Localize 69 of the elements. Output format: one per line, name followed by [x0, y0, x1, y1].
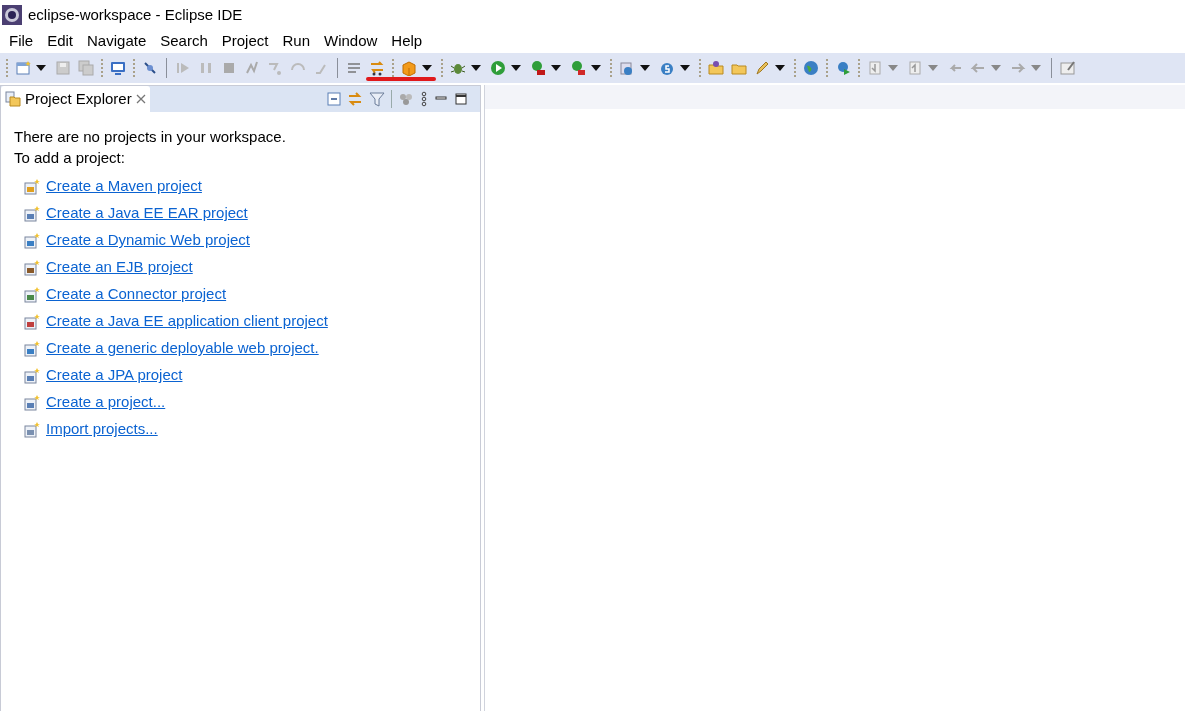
app-logo-icon [2, 5, 22, 25]
close-icon[interactable] [135, 94, 146, 104]
wizard-link[interactable]: Import projects... [46, 418, 158, 441]
menu-item[interactable]: Run [275, 28, 317, 54]
monitor-icon[interactable] [110, 60, 126, 76]
run-icon[interactable] [490, 60, 506, 76]
menu-item[interactable]: Search [153, 28, 215, 54]
wizard-link[interactable]: Create a Dynamic Web project [46, 229, 250, 252]
project-explorer-tab[interactable]: Project Explorer [1, 86, 150, 112]
dropdown-caret-icon[interactable] [640, 65, 650, 71]
view-menu-icon[interactable] [420, 91, 428, 107]
dropdown-caret-icon[interactable] [422, 65, 432, 71]
menu-item[interactable]: Window [317, 28, 385, 54]
wizard-icon [24, 178, 40, 195]
wizard-link[interactable]: Create a Java EE EAR project [46, 202, 248, 225]
menu-item[interactable]: Edit [40, 28, 81, 54]
focus-icon[interactable] [398, 91, 414, 107]
menu-item[interactable]: Navigate [80, 28, 154, 54]
dropdown-caret-icon[interactable] [36, 65, 46, 71]
maximize-icon[interactable] [454, 92, 468, 106]
wizard-link[interactable]: Create a project... [46, 391, 166, 414]
save-all-icon[interactable] [78, 60, 94, 76]
wizard-link[interactable]: Create a generic deployable web project. [46, 337, 319, 360]
dropdown-caret-icon[interactable] [680, 65, 690, 71]
run-tool-icon[interactable] [570, 60, 586, 76]
dropdown-caret-icon[interactable] [511, 65, 521, 71]
save-icon[interactable] [55, 60, 71, 76]
wizard-link[interactable]: Create a Java EE application client project [46, 310, 328, 333]
wizard-icon [24, 394, 40, 411]
wizard-icon [24, 367, 40, 384]
globe-run-icon[interactable] [835, 60, 851, 76]
wizard-link[interactable]: Create a JPA project [46, 364, 183, 387]
dropdown-caret-icon[interactable] [591, 65, 601, 71]
menu-item[interactable]: Project [214, 28, 276, 54]
wizard-icon [24, 259, 40, 276]
new-wizard-icon[interactable] [15, 60, 31, 76]
open-type-icon[interactable] [708, 60, 724, 76]
info-text: To add a project: [14, 148, 126, 168]
wizard-icon [24, 232, 40, 249]
dropdown-caret-icon[interactable] [775, 65, 785, 71]
open-perspective-icon[interactable] [1060, 60, 1076, 76]
wizard-link[interactable]: Create a Connector project [46, 283, 227, 306]
new-server-icon[interactable] [619, 60, 635, 76]
stop-icon[interactable] [221, 60, 237, 76]
run-server-icon[interactable] [530, 60, 546, 76]
wizard-icon [24, 313, 40, 330]
box-icon[interactable] [401, 60, 417, 76]
window-title: eclipse-workspace - Eclipse IDE [28, 4, 243, 25]
wizard-link[interactable]: Create a Maven project [46, 175, 202, 198]
folder-icon [5, 91, 21, 107]
lines-icon[interactable] [346, 60, 362, 76]
pen-icon[interactable] [754, 60, 770, 76]
menu-item[interactable]: File [2, 28, 41, 54]
collapse-all-icon[interactable] [327, 92, 341, 106]
filter-icon[interactable] [369, 91, 385, 107]
globe-icon[interactable] [803, 60, 819, 76]
wizard-icon [24, 205, 40, 222]
dropdown-caret-icon[interactable] [471, 65, 481, 71]
menu-item[interactable]: Help [384, 28, 430, 54]
link-arrows-icon[interactable] [347, 91, 363, 107]
wizard-link[interactable]: Create an EJB project [46, 256, 193, 279]
dropdown-caret-icon[interactable] [551, 65, 561, 71]
wizard-icon [24, 421, 40, 438]
wizard-icon [24, 340, 40, 357]
highlight-underline-mark [366, 77, 436, 81]
wizard-icon [24, 286, 40, 303]
arrows-icon[interactable] [369, 60, 385, 76]
new-service-icon[interactable] [659, 60, 675, 76]
info-text: There are no projects in your workspace. [14, 127, 287, 147]
